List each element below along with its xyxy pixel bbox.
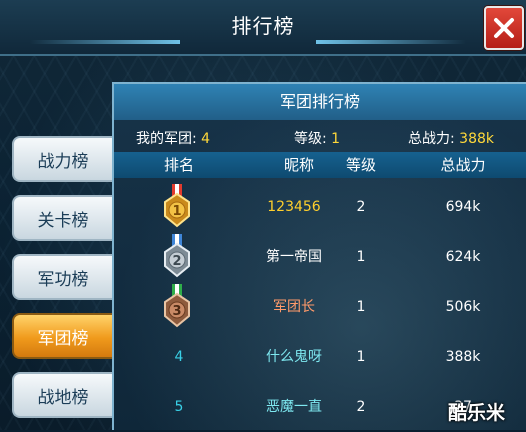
svg-text:2: 2 <box>172 254 181 269</box>
power-label: 总战力: <box>408 131 455 147</box>
tab-label: 战力榜 <box>37 151 89 172</box>
legion-level: 1 <box>356 349 366 365</box>
tab-label: 战地榜 <box>37 387 89 408</box>
watermark-logo: 酷乐米 <box>448 402 506 424</box>
svg-text:3: 3 <box>172 304 181 319</box>
power-value: 388k <box>459 131 495 147</box>
legion-level: 2 <box>356 199 366 215</box>
column-header-level: 等级 <box>345 156 376 174</box>
legion-power: 624k <box>445 249 481 265</box>
tab-stage-ranking[interactable]: 关卡榜 <box>12 195 112 241</box>
my-legion-label: 我的军团: <box>136 131 197 147</box>
header-bar: 排行榜 <box>0 0 526 56</box>
tab-legion-ranking[interactable]: 军团榜 <box>12 313 112 359</box>
table-row[interactable]: 3 军团长 1 506k <box>114 282 526 332</box>
legion-power: 694k <box>445 199 481 215</box>
rank-number: 5 <box>174 399 184 415</box>
legion-level: 1 <box>356 299 366 315</box>
my-legion-summary: 我的军团: 4 <box>136 128 210 148</box>
table-row[interactable]: 2 第一帝国 1 624k <box>114 232 526 282</box>
tab-merit-ranking[interactable]: 军功榜 <box>12 254 112 300</box>
tab-battlefield-ranking[interactable]: 战地榜 <box>12 372 112 418</box>
table-header: 排名 昵称 等级 总战力 <box>114 152 526 178</box>
panel-title: 军团排行榜 <box>114 84 526 120</box>
page-title: 排行榜 <box>231 14 295 38</box>
column-header-rank: 排名 <box>163 156 194 174</box>
gold-medal-icon: 1 <box>164 184 190 228</box>
svg-text:1: 1 <box>172 204 181 219</box>
legion-level: 2 <box>356 399 366 415</box>
legion-power: 506k <box>445 299 481 315</box>
legion-level-summary: 等级: 1 <box>294 128 340 148</box>
legion-ranking-panel: 军团排行榜 我的军团: 4 等级: 1 总战力: 388k 排名 昵称 等级 总… <box>112 82 526 430</box>
tab-label: 军团榜 <box>37 328 89 349</box>
close-button[interactable] <box>484 6 524 50</box>
level-label: 等级: <box>294 131 327 147</box>
legion-level: 1 <box>356 249 366 265</box>
level-value: 1 <box>331 131 341 147</box>
table-row[interactable]: 4 什么鬼呀 1 388k <box>114 332 526 382</box>
close-icon <box>494 18 514 38</box>
legion-power: 388k <box>445 349 481 365</box>
total-power-summary: 总战力: 388k <box>408 128 494 148</box>
tab-label: 关卡榜 <box>37 210 89 231</box>
bronze-medal-icon: 3 <box>164 284 190 328</box>
tab-label: 军功榜 <box>37 269 89 290</box>
column-header-power: 总战力 <box>440 156 486 174</box>
my-legion-value: 4 <box>201 131 211 147</box>
tab-power-ranking[interactable]: 战力榜 <box>12 136 112 182</box>
table-row[interactable]: 1 123456 2 694k <box>114 182 526 232</box>
silver-medal-icon: 2 <box>164 234 190 278</box>
rank-number: 4 <box>174 349 184 365</box>
